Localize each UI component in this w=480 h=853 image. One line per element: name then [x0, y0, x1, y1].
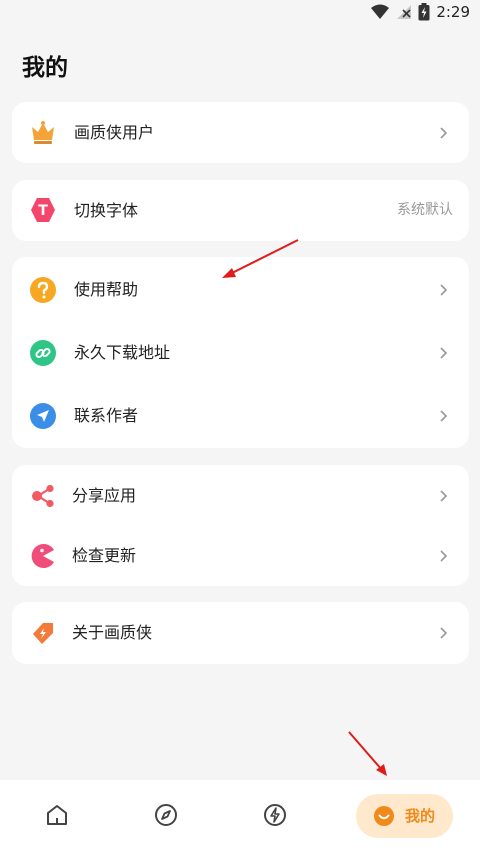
about-item[interactable]: 关于画质侠: [12, 602, 469, 664]
chevron-right-icon: [440, 550, 448, 562]
tag-icon: [33, 623, 53, 644]
status-bar: 2:29: [0, 0, 480, 26]
download-address-item[interactable]: 永久下载地址: [12, 322, 469, 384]
font-card: T 切换字体 系统默认: [12, 180, 469, 241]
download-address-label: 永久下载地址: [74, 343, 171, 362]
question-icon: [30, 277, 56, 303]
about-label: 关于画质侠: [72, 623, 153, 642]
usage-help-item[interactable]: 使用帮助: [12, 259, 469, 321]
send-icon: [30, 403, 56, 429]
share-icon: [32, 484, 54, 508]
contact-author-item[interactable]: 联系作者: [12, 385, 469, 447]
help-card: 使用帮助 永久下载地址 联系作者: [12, 257, 469, 448]
chevron-right-icon: [440, 284, 448, 296]
chevron-right-icon: [440, 127, 448, 139]
pacman-icon: [31, 544, 54, 568]
status-time: 2:29: [436, 3, 470, 21]
chevron-right-icon: [440, 410, 448, 422]
chevron-right-icon: [440, 490, 448, 502]
smile-icon: [374, 806, 394, 826]
crown-icon: [32, 121, 54, 144]
usage-help-label: 使用帮助: [74, 280, 139, 299]
nav-me-label: 我的: [405, 807, 436, 825]
compass-icon[interactable]: [153, 802, 179, 828]
link-icon: [30, 340, 56, 366]
bottom-nav: 我的: [0, 780, 480, 853]
battery-icon: [418, 3, 430, 21]
lightning-icon[interactable]: [262, 802, 288, 828]
nav-me-tab[interactable]: 我的: [356, 794, 453, 838]
contact-author-label: 联系作者: [74, 406, 139, 425]
status-icons: 2:29: [370, 3, 470, 21]
page-title: 我的: [22, 55, 68, 81]
about-card: 关于画质侠: [12, 602, 469, 664]
check-update-label: 检查更新: [72, 546, 137, 565]
share-app-item[interactable]: 分享应用: [12, 465, 469, 527]
vip-user-item[interactable]: 画质侠用户: [12, 102, 469, 163]
share-app-label: 分享应用: [72, 486, 137, 505]
chevron-right-icon: [440, 347, 448, 359]
switch-font-item[interactable]: T 切换字体 系统默认: [12, 180, 469, 241]
no-signal-icon: [397, 5, 412, 19]
wifi-icon: [371, 4, 390, 19]
switch-font-label: 切换字体: [74, 201, 139, 220]
current-font-value: 系统默认: [397, 202, 453, 218]
chevron-right-icon: [440, 627, 448, 639]
font-icon: T: [31, 198, 55, 222]
check-update-item[interactable]: 检查更新: [12, 525, 469, 587]
vip-user-label: 画质侠用户: [74, 123, 155, 142]
vip-card: 画质侠用户: [12, 102, 469, 163]
home-icon[interactable]: [44, 802, 70, 828]
share-card: 分享应用 检查更新: [12, 465, 469, 586]
svg-text:T: T: [38, 203, 48, 219]
